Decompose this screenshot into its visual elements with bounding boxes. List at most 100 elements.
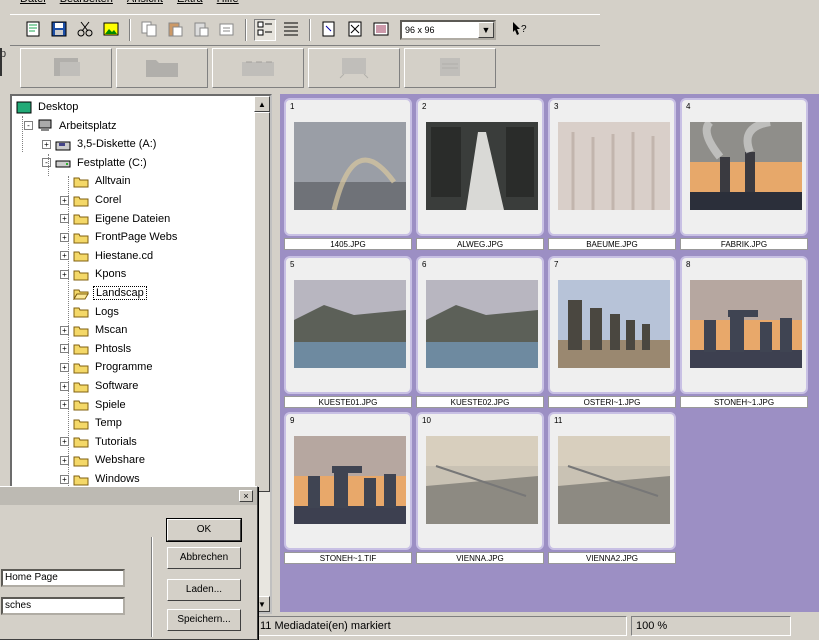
- tree-item[interactable]: + Kpons: [60, 265, 128, 283]
- tree-item[interactable]: + Webshare: [60, 451, 147, 469]
- folder-icon: [73, 305, 89, 318]
- tree-item[interactable]: Landscap: [60, 284, 147, 302]
- load-button[interactable]: Laden...: [167, 579, 241, 601]
- print-action-button[interactable]: [308, 48, 400, 88]
- paste-button[interactable]: [164, 19, 186, 41]
- tree-item[interactable]: + Spiele: [60, 396, 128, 414]
- tree-item[interactable]: + Hiestane.cd: [60, 247, 155, 265]
- collapse-icon[interactable]: -: [24, 121, 33, 131]
- thumbnail-card[interactable]: 6: [416, 256, 544, 394]
- menu-item-4[interactable]: Hilfe: [217, 0, 239, 6]
- alley-photo-icon: [426, 122, 538, 210]
- tree-item[interactable]: - Festplatte (C:): [42, 154, 149, 172]
- thumbnail-filename[interactable]: BAEUME.JPG: [548, 238, 676, 250]
- thumbnail-filename[interactable]: VIENNA.JPG: [416, 552, 544, 564]
- thumbnail-size-select[interactable]: 96 x 96 ▼: [400, 20, 496, 40]
- thumbnail-panel[interactable]: 1 1405.JPG 2 ALWEG.JPG 3 BAEUME.JPG 4 FABRIK.JP…: [280, 94, 819, 612]
- filter-button[interactable]: [318, 19, 340, 41]
- thumbnails-view-button[interactable]: [254, 19, 276, 41]
- tree-item[interactable]: + Corel: [60, 191, 123, 209]
- tree-item[interactable]: + Mscan: [60, 321, 129, 339]
- collapse-icon[interactable]: -: [42, 158, 51, 168]
- menu-item-1[interactable]: Bearbeiten: [60, 0, 113, 6]
- thumbnail-card[interactable]: 2: [416, 98, 544, 236]
- ok-button[interactable]: OK: [166, 518, 242, 542]
- tree-item[interactable]: Temp: [60, 414, 124, 432]
- thumbnail-card[interactable]: 5: [284, 256, 412, 394]
- import-action-button[interactable]: [20, 48, 112, 88]
- print-icon: [334, 54, 374, 83]
- tree-item[interactable]: + Eigene Dateien: [60, 210, 172, 228]
- menu-item-0[interactable]: Datei: [20, 0, 46, 6]
- thumbnail-filename[interactable]: KUESTE01.JPG: [284, 396, 412, 408]
- thumbnails-view-icon: [256, 20, 274, 41]
- tree-item[interactable]: +3,5-Diskette (A:): [42, 135, 158, 153]
- folder-icon: [73, 454, 89, 467]
- folder-icon: [73, 175, 89, 188]
- thumbnail-filename[interactable]: ALWEG.JPG: [416, 238, 544, 250]
- context-help-button[interactable]: ?: [508, 19, 530, 41]
- thumbnail-card[interactable]: 3: [548, 98, 676, 236]
- toolbar-separator: [245, 19, 247, 41]
- tree-item[interactable]: - Arbeitsplatz: [24, 117, 118, 135]
- tree-item[interactable]: + FrontPage Webs: [60, 228, 179, 246]
- scanner-icon: [430, 54, 470, 83]
- tree-item[interactable]: Desktop: [16, 98, 80, 116]
- dialog-field-2[interactable]: sches: [1, 597, 125, 615]
- image-button[interactable]: [100, 19, 122, 41]
- tree-item[interactable]: + Tutorials: [60, 433, 139, 451]
- thumbnail-index: 8: [686, 260, 691, 269]
- dialog-close-button[interactable]: ×: [239, 490, 253, 502]
- thumbnail-filename[interactable]: STONEH~1.TIF: [284, 552, 412, 564]
- thumbnail-filename[interactable]: STONEH~1.JPG: [680, 396, 808, 408]
- menu-item-3[interactable]: Extra: [177, 0, 203, 6]
- folder-icon: [73, 473, 89, 486]
- thumbnail-filename[interactable]: FABRIK.JPG: [680, 238, 808, 250]
- trees-photo-icon: [558, 122, 670, 210]
- dialog-titlebar: [0, 487, 257, 505]
- folder-icon: [73, 268, 89, 281]
- thumbnail-card[interactable]: 9: [284, 412, 412, 550]
- scanner-action-button[interactable]: [404, 48, 496, 88]
- save-settings-button[interactable]: Speichern...: [167, 609, 241, 631]
- paste-special-button[interactable]: [190, 19, 212, 41]
- thumbnail-card[interactable]: 11: [548, 412, 676, 550]
- delete-button[interactable]: [344, 19, 366, 41]
- tree-item[interactable]: + Software: [60, 377, 140, 395]
- tree-item[interactable]: + Phtosls: [60, 340, 133, 358]
- copy-button[interactable]: [138, 19, 160, 41]
- thumbnail-filename[interactable]: 1405.JPG: [284, 238, 412, 250]
- save-button[interactable]: [48, 19, 70, 41]
- chevron-down-icon[interactable]: ▼: [478, 22, 494, 38]
- status-bar: 11 Mediadatei(en) markiert 100 %: [255, 616, 819, 638]
- thumbnail-card[interactable]: 8: [680, 256, 808, 394]
- thumbnail-filename[interactable]: VIENNA2.JPG: [548, 552, 676, 564]
- folder-action-button[interactable]: [116, 48, 208, 88]
- thumbnail-card[interactable]: 7: [548, 256, 676, 394]
- left-edge-fragment: p: [0, 48, 6, 76]
- tree-item[interactable]: + Programme: [60, 358, 154, 376]
- scroll-thumb[interactable]: [254, 112, 270, 492]
- thumbnail-card[interactable]: 1: [284, 98, 412, 236]
- paste-icon: [166, 20, 184, 41]
- slideshow-button[interactable]: [370, 19, 392, 41]
- details-view-button[interactable]: [280, 19, 302, 41]
- tree-item[interactable]: Alltvain: [60, 172, 132, 190]
- cut-button[interactable]: [74, 19, 96, 41]
- menu-item-2[interactable]: Ansicht: [127, 0, 163, 6]
- dialog-field-1[interactable]: Home Page: [1, 569, 125, 587]
- thumbnail-index: 1: [290, 102, 295, 111]
- properties-button[interactable]: [216, 19, 238, 41]
- thumbnail-filename[interactable]: KUESTE02.JPG: [416, 396, 544, 408]
- thumbnail-card[interactable]: 4: [680, 98, 808, 236]
- expand-icon[interactable]: +: [42, 139, 51, 149]
- scroll-up-button[interactable]: ▲: [254, 96, 270, 112]
- city-photo-icon: [426, 436, 538, 524]
- cancel-button[interactable]: Abbrechen: [167, 547, 241, 569]
- tree-item-label: Tutorials: [95, 435, 137, 448]
- thumbnail-filename[interactable]: OSTERI~1.JPG: [548, 396, 676, 408]
- camera-action-button[interactable]: [212, 48, 304, 88]
- tree-item[interactable]: Logs: [60, 303, 121, 321]
- thumbnail-card[interactable]: 10: [416, 412, 544, 550]
- new-button[interactable]: [22, 19, 44, 41]
